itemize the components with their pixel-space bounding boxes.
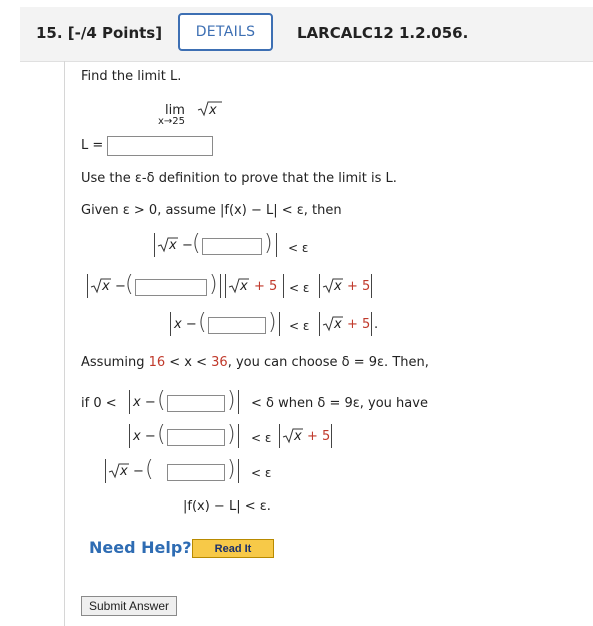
l-label: L = [81, 138, 104, 153]
prove-text: Use the ε-δ definition to prove that the… [81, 171, 397, 186]
question-number: 15. [-/4 Points] [36, 24, 163, 42]
plus-five: + 5 [254, 279, 278, 294]
read-it-button[interactable]: Read It [192, 539, 274, 558]
lt-epsilon: < ε [288, 241, 309, 255]
sqrt-x: x [169, 238, 177, 253]
paren-left: ( [145, 457, 154, 482]
details-button[interactable]: DETAILS [178, 13, 273, 51]
sqrt-x: x [102, 279, 110, 294]
lt-epsilon: < ε [251, 431, 272, 445]
abs-bar [105, 459, 106, 483]
abs-bar [279, 424, 280, 448]
abs-bar [276, 233, 277, 257]
abs-bar [129, 390, 130, 414]
plus-five: + 5 [347, 279, 371, 294]
row1-input[interactable] [202, 238, 262, 255]
abs-bar [319, 274, 320, 298]
lim-subscript: x→25 [158, 116, 186, 127]
lt-epsilon: < ε [289, 281, 310, 295]
problem-code: LARCALC12 1.2.056. [297, 24, 469, 42]
submit-answer-button[interactable]: Submit Answer [81, 596, 177, 616]
abs-bar [371, 312, 372, 336]
abs-bar [225, 274, 226, 298]
given-text: Given ε > 0, assume |f(x) − L| < ε, then [81, 203, 342, 218]
abs-bar [220, 274, 221, 298]
sqrt-x: x [334, 279, 342, 294]
abs-bar [319, 312, 320, 336]
x-minus: x − [133, 429, 156, 444]
abs-bar [283, 274, 284, 298]
abs-bar [238, 459, 239, 483]
sqrt-x: x [294, 429, 302, 444]
sqrt-x: x [240, 279, 248, 294]
abs-bar [238, 390, 239, 414]
final-inequality: |f(x) − L| < ε. [183, 499, 271, 514]
sqrt-x: x [209, 103, 217, 118]
paren-right: ) [209, 272, 218, 297]
paren-right: ) [227, 388, 236, 413]
paren-right: ) [227, 422, 236, 447]
plus-five: + 5 [347, 317, 371, 332]
row5-input[interactable] [167, 429, 225, 446]
paren-left: ( [157, 388, 166, 413]
row4-input[interactable] [167, 395, 225, 412]
need-help-label: Need Help? [89, 538, 192, 557]
paren-right: ) [264, 231, 273, 256]
paren-left: ( [157, 422, 166, 447]
lt-epsilon: < ε [251, 466, 272, 480]
assuming-text: Assuming 16 < x < 36, you can choose δ =… [81, 355, 429, 370]
abs-bar [154, 233, 155, 257]
abs-bar [279, 312, 280, 336]
paren-right: ) [268, 310, 277, 335]
question-body: Find the limit L. lim x→25 x L = Use the… [64, 61, 593, 626]
question-header: 15. [-/4 Points] DETAILS LARCALC12 1.2.0… [20, 7, 593, 62]
row3-input[interactable] [208, 317, 266, 334]
paren-left: ( [198, 310, 207, 335]
abs-bar [238, 424, 239, 448]
row6-input[interactable] [167, 464, 225, 481]
abs-bar [331, 424, 332, 448]
abs-bar [170, 312, 171, 336]
x-minus: x − [133, 395, 156, 410]
paren-right: ) [227, 457, 236, 482]
sqrt-x: x [120, 464, 128, 479]
paren-left: ( [192, 231, 201, 256]
if-label: if 0 < [81, 396, 117, 411]
abs-bar [87, 274, 88, 298]
limit-answer-input[interactable] [107, 136, 213, 156]
period: . [374, 317, 379, 332]
lt-epsilon: < ε [289, 319, 310, 333]
paren-left: ( [125, 272, 134, 297]
plus-five: + 5 [307, 429, 331, 444]
row2-input[interactable] [135, 279, 207, 296]
abs-bar [371, 274, 372, 298]
instruction-text: Find the limit L. [81, 69, 182, 84]
minus-sign: − [133, 464, 144, 479]
delta-text: < δ when δ = 9ε, you have [251, 396, 428, 411]
sqrt-x: x [334, 317, 342, 332]
x-minus: x − [174, 317, 197, 332]
abs-bar [129, 424, 130, 448]
